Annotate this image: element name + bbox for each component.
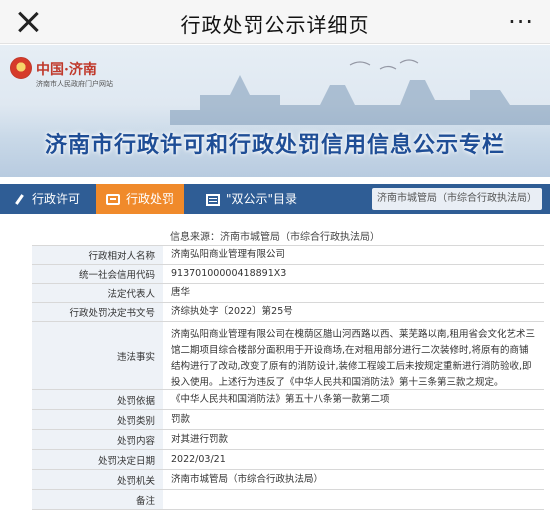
row-label: 备注: [32, 490, 163, 509]
table-row: 备注: [32, 490, 544, 510]
table-row: 处罚决定日期 2022/03/21: [32, 450, 544, 470]
pen-icon: [14, 194, 26, 206]
nav-item-catalog[interactable]: "双公示"目录: [206, 184, 297, 214]
nav-item-penalty[interactable]: 行政处罚: [96, 184, 184, 214]
nav-bar: 行政许可 行政处罚 "双公示"目录 济南市城管局（市综合行政执法局）: [0, 184, 550, 214]
nav-item-permit[interactable]: 行政许可: [14, 184, 80, 214]
row-label: 处罚依据: [32, 390, 163, 409]
row-label: 处罚决定日期: [32, 450, 163, 469]
row-value: 对其进行罚款: [171, 433, 229, 445]
row-value: 2022/03/21: [171, 453, 226, 465]
city-skyline-graphic: [170, 59, 550, 125]
table-row: 行政相对人名称 济南弘阳商业管理有限公司: [32, 246, 544, 265]
box-icon: [106, 194, 120, 205]
row-label: 行政相对人名称: [32, 246, 163, 264]
table-row: 处罚机关 济南市城管局（市综合行政执法局）: [32, 470, 544, 490]
row-value: 罚款: [171, 413, 191, 425]
header-banner: 中国·济南 济南市人民政府门户网站 济南市行政许可和行政处罚信用信息公示专栏: [0, 45, 550, 177]
page-title: 行政处罚公示详细页: [180, 13, 370, 37]
row-label: 处罚内容: [32, 430, 163, 449]
department-selector[interactable]: 济南市城管局（市综合行政执法局）: [372, 188, 542, 210]
row-value: 唐华: [171, 287, 191, 298]
table-row: 违法事实 济南弘阳商业管理有限公司在槐荫区腊山河西路以西、莱芜路以南,租用省会文…: [32, 322, 544, 390]
table-row: 统一社会信用代码 91370100000418891X3: [32, 265, 544, 284]
row-value: 济南弘阳商业管理有限公司在槐荫区腊山河西路以西、莱芜路以南,租用省会文化艺术三馆…: [171, 329, 536, 388]
row-label: 法定代表人: [32, 284, 163, 302]
detail-table: 行政相对人名称 济南弘阳商业管理有限公司 统一社会信用代码 9137010000…: [32, 245, 544, 510]
row-value: 济南市城管局（市综合行政执法局）: [171, 473, 324, 485]
table-row: 法定代表人 唐华: [32, 284, 544, 303]
more-icon[interactable]: ···: [508, 8, 534, 36]
row-label: 行政处罚决定书文号: [32, 303, 163, 321]
row-value: 91370100000418891X3: [171, 268, 287, 279]
emblem-icon: [10, 57, 32, 79]
row-value: [163, 490, 544, 509]
row-value: 济南弘阳商业管理有限公司: [171, 249, 286, 260]
row-label: 处罚类别: [32, 410, 163, 429]
table-row: 行政处罚决定书文号 济综执处字〔2022〕第25号: [32, 303, 544, 322]
row-label: 统一社会信用代码: [32, 265, 163, 283]
row-value: 《中华人民共和国消防法》第五十八条第一款第二项: [171, 393, 390, 405]
info-source: 信息来源：济南市城管局（市综合行政执法局）: [170, 232, 380, 243]
row-label: 处罚机关: [32, 470, 163, 489]
row-value: 济综执处字〔2022〕第25号: [171, 306, 293, 317]
calendar-icon: [206, 193, 220, 206]
table-row: 处罚内容 对其进行罚款: [32, 430, 544, 450]
table-row: 处罚依据 《中华人民共和国消防法》第五十八条第一款第二项: [32, 390, 544, 410]
top-bar: 行政处罚公示详细页 ···: [0, 0, 550, 44]
table-row: 处罚类别 罚款: [32, 410, 544, 430]
row-label: 违法事实: [32, 322, 163, 389]
banner-headline: 济南市行政许可和行政处罚信用信息公示专栏: [44, 133, 505, 158]
